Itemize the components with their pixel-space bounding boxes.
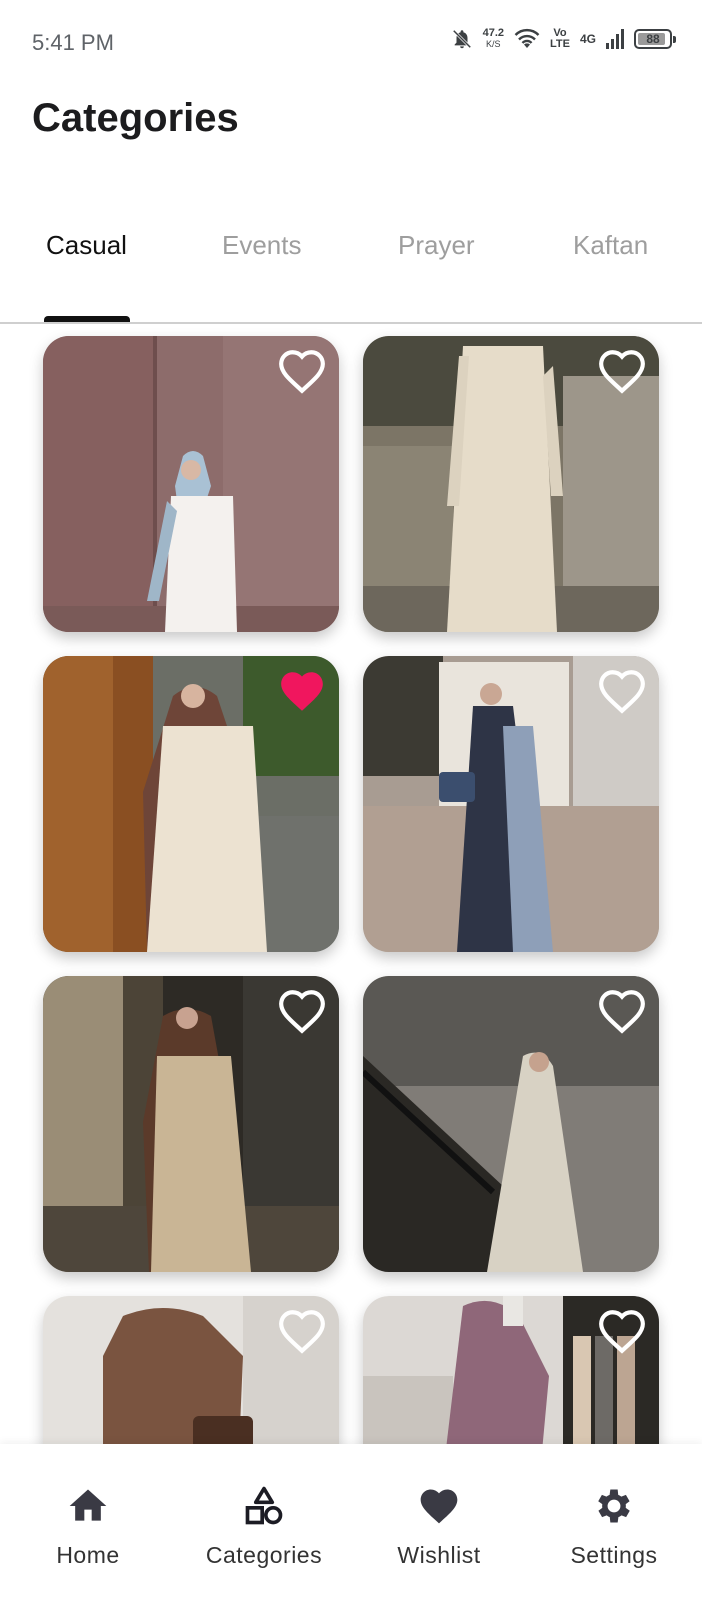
nav-categories[interactable]: Categories	[176, 1444, 352, 1600]
page-title: Categories	[32, 96, 239, 140]
home-icon	[69, 1489, 107, 1521]
nav-categories-label: Categories	[205, 1542, 323, 1568]
nav-settings-label: Settings	[570, 1542, 658, 1568]
network-type: 4G	[579, 32, 596, 46]
product-card[interactable]	[363, 656, 659, 952]
categories-icon	[245, 1486, 283, 1525]
network-speed: 47.2 K/S	[483, 28, 504, 50]
tab-kaftan[interactable]: Kaftan	[573, 230, 648, 261]
product-card[interactable]	[43, 976, 339, 1272]
wifi-icon	[514, 28, 540, 48]
nav-wishlist[interactable]: Wishlist	[351, 1444, 527, 1600]
category-tabs: Casual Events Prayer Kaftan	[0, 216, 702, 324]
product-card[interactable]	[43, 336, 339, 632]
battery-icon: 88	[634, 29, 676, 49]
heart-outline-icon[interactable]	[277, 1308, 327, 1354]
active-tab-indicator	[44, 316, 130, 322]
heart-outline-icon[interactable]	[597, 348, 647, 394]
status-bar: 5:41 PM 47.2 K/S Vo LTE 4G 88	[0, 0, 702, 90]
network-speed-value: 47.2	[482, 27, 505, 39]
heart-outline-icon[interactable]	[277, 988, 327, 1034]
nav-home-label: Home	[56, 1542, 120, 1568]
heart-filled-icon[interactable]	[277, 668, 327, 714]
product-card[interactable]	[43, 656, 339, 952]
nav-wishlist-label: Wishlist	[397, 1542, 481, 1568]
heart-outline-icon[interactable]	[277, 348, 327, 394]
wishlist-heart-icon	[420, 1489, 458, 1524]
volte-indicator: Vo LTE	[550, 28, 570, 50]
heart-outline-icon[interactable]	[597, 1308, 647, 1354]
notifications-muted-icon	[452, 29, 471, 49]
battery-level: 88	[646, 32, 660, 46]
product-card[interactable]	[43, 1296, 339, 1444]
product-card[interactable]	[363, 1296, 659, 1444]
product-grid	[0, 326, 702, 1444]
product-card[interactable]	[363, 336, 659, 632]
tab-events[interactable]: Events	[222, 230, 302, 261]
product-card[interactable]	[363, 976, 659, 1272]
status-time: 5:41 PM	[32, 30, 114, 55]
nav-home[interactable]: Home	[0, 1444, 176, 1600]
heart-outline-icon[interactable]	[597, 988, 647, 1034]
bottom-navigation: Home Categories Wishlist Settings	[0, 1444, 702, 1600]
heart-outline-icon[interactable]	[597, 668, 647, 714]
nav-settings[interactable]: Settings	[526, 1444, 702, 1600]
signal-icon	[606, 29, 624, 49]
settings-gear-icon	[598, 1489, 630, 1523]
tab-casual[interactable]: Casual	[46, 230, 127, 261]
status-icons: 47.2 K/S Vo LTE 4G 88	[451, 28, 676, 50]
volte-bottom: LTE	[550, 38, 570, 50]
tab-prayer[interactable]: Prayer	[398, 230, 475, 261]
network-speed-unit: K/S	[486, 39, 501, 49]
